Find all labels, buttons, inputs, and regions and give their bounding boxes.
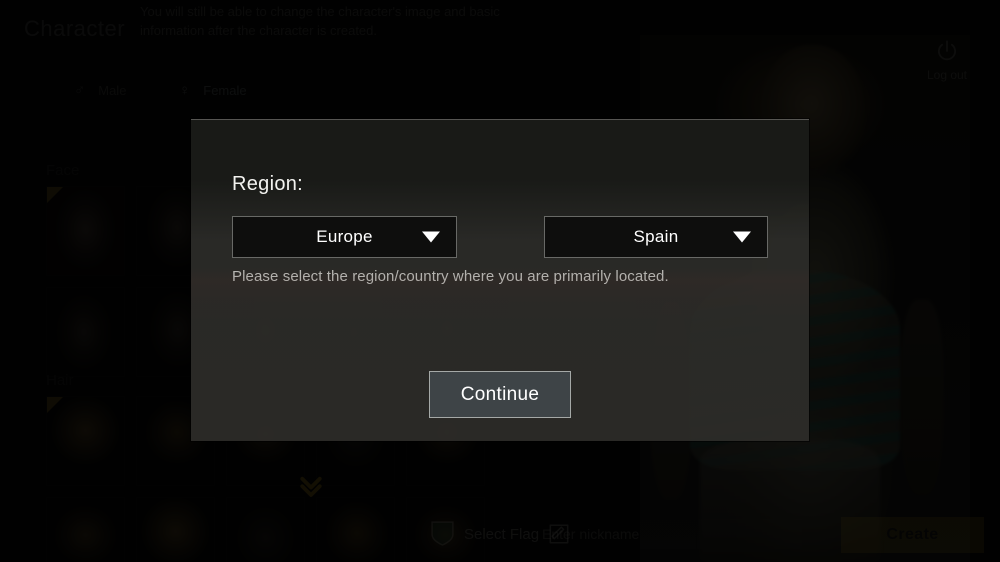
power-icon (934, 38, 960, 64)
continue-button[interactable]: Continue (429, 371, 571, 418)
face-thumbnail[interactable] (46, 287, 125, 377)
character-creation-screen: Character You will still be able to chan… (0, 0, 1000, 562)
region-dropdown-value: Europe (316, 227, 373, 246)
region-label: Region: (232, 173, 304, 195)
gender-tab-male[interactable]: ♂ Male (52, 73, 157, 108)
face-thumbnail[interactable] (46, 186, 125, 276)
nickname-placeholder: Enter nickname (542, 526, 640, 542)
chevron-down-icon (422, 231, 440, 243)
select-flag-label: Select Flag (464, 525, 540, 543)
create-button[interactable]: Create (841, 517, 984, 553)
gender-tab-group: ♂ Male ♀ Female (52, 73, 262, 108)
bottom-action-bar: Select Flag Enter nickname Create (0, 506, 1000, 562)
character-arm-right (900, 300, 944, 495)
region-hint-text: Please select the region/country where y… (232, 268, 669, 285)
region-selection-dialog: Region: Europe Spain Please select the r… (191, 119, 809, 441)
country-dropdown-value: Spain (633, 227, 679, 246)
nickname-input[interactable]: Enter nickname (532, 519, 802, 549)
male-symbol-icon: ♂ (74, 82, 86, 99)
shield-flag-icon (430, 520, 455, 548)
create-button-label: Create (886, 526, 939, 543)
gender-tab-female-label: Female (203, 83, 247, 98)
logout-label: Log out (926, 68, 968, 82)
continue-button-label: Continue (460, 383, 540, 405)
gender-tab-male-label: Male (98, 83, 127, 98)
chevron-down-icon (733, 231, 751, 243)
selected-corner-icon (47, 187, 63, 203)
hair-thumbnail[interactable] (46, 396, 125, 486)
selected-corner-icon (47, 397, 63, 413)
scroll-down-indicator[interactable] (296, 470, 326, 505)
logout-button[interactable]: Log out (908, 38, 986, 82)
region-dropdown[interactable]: Europe (232, 216, 457, 258)
country-dropdown[interactable]: Spain (544, 216, 768, 258)
gender-tab-female[interactable]: ♀ Female (157, 73, 262, 108)
page-description: You will still be able to change the cha… (140, 4, 500, 38)
page-title: Character (24, 16, 126, 41)
female-symbol-icon: ♀ (179, 82, 191, 99)
